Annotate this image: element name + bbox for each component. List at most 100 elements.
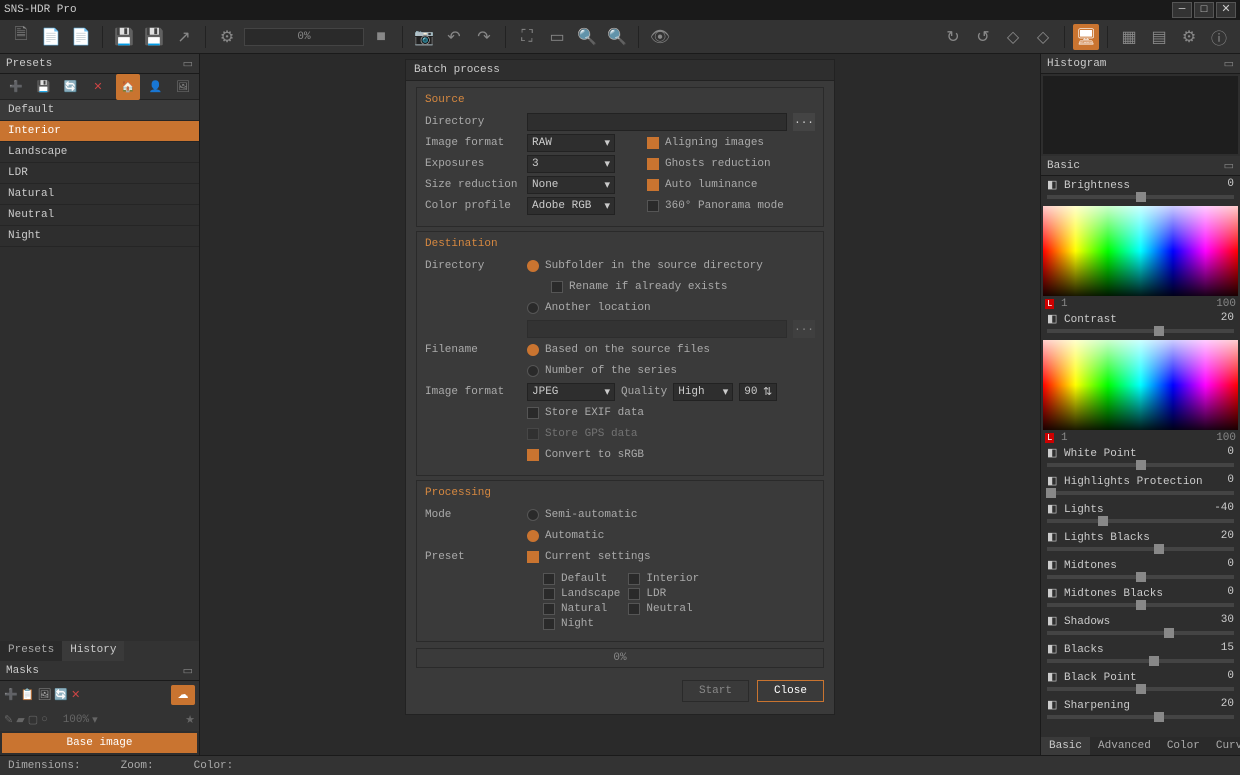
export-icon[interactable]: ↗	[171, 24, 197, 50]
flip-v-icon[interactable]: ◇	[1030, 24, 1056, 50]
basic-tab[interactable]: Curves	[1208, 737, 1240, 755]
stop-icon[interactable]: ■	[368, 24, 394, 50]
subfolder-radio[interactable]	[527, 260, 539, 272]
camera-icon[interactable]: 📷	[411, 24, 437, 50]
slider-highlights-protection[interactable]: ◧ Highlights Protection0	[1041, 472, 1240, 500]
quality-value-spinner[interactable]: 90⇅	[739, 383, 777, 401]
star-icon[interactable]: ★	[185, 713, 195, 727]
basic-tab[interactable]: Color	[1159, 737, 1208, 755]
start-button[interactable]: Start	[682, 680, 749, 702]
src-browse-button[interactable]: ...	[793, 113, 815, 131]
slider-black-point[interactable]: ◧ Black Point0	[1041, 668, 1240, 696]
exif-checkbox[interactable]	[527, 407, 539, 419]
preset-item[interactable]: Landscape	[0, 142, 199, 163]
undock-icon[interactable]: ▭	[183, 57, 193, 71]
profile-select[interactable]: Adobe RGB▾	[527, 197, 615, 215]
preset-checkbox[interactable]	[543, 618, 555, 630]
mask-delete-icon[interactable]: ✕	[71, 688, 80, 702]
add-preset-icon[interactable]: ➕	[4, 74, 28, 100]
layout1-icon[interactable]: ▦	[1116, 24, 1142, 50]
slider-blacks[interactable]: ◧ Blacks15	[1041, 640, 1240, 668]
preset-checkbox[interactable]	[543, 588, 555, 600]
info-icon[interactable]: ⓘ	[1206, 24, 1232, 50]
dest-browse-button[interactable]: ...	[793, 320, 815, 338]
preset-checkbox[interactable]	[628, 588, 640, 600]
save-icon[interactable]: 💾	[111, 24, 137, 50]
fill-icon[interactable]: ▰	[16, 713, 24, 727]
mask-refresh-icon[interactable]: 🔄	[54, 688, 68, 702]
rotate-cw-icon[interactable]: ↻	[940, 24, 966, 50]
zoom-in-icon[interactable]: 🔍	[574, 24, 600, 50]
rect-icon[interactable]: ▢	[28, 713, 38, 727]
fit-icon[interactable]: ▭	[544, 24, 570, 50]
sns-icon[interactable]: 📄	[68, 24, 94, 50]
src-directory-input[interactable]	[527, 113, 787, 131]
color-spectrum-1[interactable]	[1043, 206, 1238, 296]
preset-tab[interactable]: History	[62, 641, 124, 661]
slider-midtones[interactable]: ◧ Midtones0	[1041, 556, 1240, 584]
preset-item[interactable]: Neutral	[0, 205, 199, 226]
auto-radio[interactable]	[527, 530, 539, 542]
mask-add-icon[interactable]: ➕	[4, 688, 18, 702]
redo-icon[interactable]: ↷	[471, 24, 497, 50]
ghosts-checkbox[interactable]	[647, 158, 659, 170]
another-radio[interactable]	[527, 302, 539, 314]
image-icon[interactable]: 🖼	[171, 74, 195, 100]
preview-icon[interactable]: 👁	[647, 24, 673, 50]
size-select[interactable]: None▾	[527, 176, 615, 194]
slider-midtones-blacks[interactable]: ◧ Midtones Blacks0	[1041, 584, 1240, 612]
preset-item[interactable]: Default	[0, 100, 199, 121]
zoom-out-icon[interactable]: 🔍	[604, 24, 630, 50]
dest-location-input[interactable]	[527, 320, 787, 338]
semi-radio[interactable]	[527, 509, 539, 521]
color-spectrum-2[interactable]	[1043, 340, 1238, 430]
mask-img-icon[interactable]: 🖼	[37, 688, 51, 702]
circle-icon[interactable]: ○	[41, 714, 48, 726]
open-icon[interactable]: 📄	[38, 24, 64, 50]
prefs-icon[interactable]: ⚙	[1176, 24, 1202, 50]
slider-contrast[interactable]: ◧ Contrast20	[1041, 310, 1240, 338]
preset-checkbox[interactable]	[543, 603, 555, 615]
chevron-down-icon[interactable]: ▾	[92, 713, 98, 727]
preset-item[interactable]: Interior	[0, 121, 199, 142]
cloud-icon[interactable]: ☁	[171, 685, 195, 705]
undo-icon[interactable]: ↶	[441, 24, 467, 50]
flip-h-icon[interactable]: ◇	[1000, 24, 1026, 50]
user-icon[interactable]: 👤	[143, 74, 167, 100]
preset-tab[interactable]: Presets	[0, 641, 62, 661]
preset-checkbox[interactable]	[628, 573, 640, 585]
slider-white-point[interactable]: ◧ White Point0	[1041, 444, 1240, 472]
minimize-button[interactable]: ─	[1172, 2, 1192, 18]
slider-shadows[interactable]: ◧ Shadows30	[1041, 612, 1240, 640]
srgb-checkbox[interactable]	[527, 449, 539, 461]
rotate-ccw-icon[interactable]: ↺	[970, 24, 996, 50]
close-button[interactable]: ✕	[1216, 2, 1236, 18]
mask-copy-icon[interactable]: 📋	[21, 688, 35, 702]
layout2-icon[interactable]: ▤	[1146, 24, 1172, 50]
dest-format-select[interactable]: JPEG▾	[527, 383, 615, 401]
preset-checkbox[interactable]	[628, 603, 640, 615]
preset-checkbox[interactable]	[543, 573, 555, 585]
slider-lights-blacks[interactable]: ◧ Lights Blacks20	[1041, 528, 1240, 556]
preset-item[interactable]: Night	[0, 226, 199, 247]
slider-lights[interactable]: ◧ Lights-40	[1041, 500, 1240, 528]
slider-sharpening[interactable]: ◧ Sharpening20	[1041, 696, 1240, 724]
basic-tab[interactable]: Advanced	[1090, 737, 1159, 755]
panorama-checkbox[interactable]	[647, 200, 659, 212]
maximize-button[interactable]: □	[1194, 2, 1214, 18]
undock-hist-icon[interactable]: ▭	[1224, 57, 1234, 71]
src-format-select[interactable]: RAW▾	[527, 134, 615, 152]
monitor-icon[interactable]: 🖥	[1073, 24, 1099, 50]
current-checkbox[interactable]	[527, 551, 539, 563]
basic-tab[interactable]: Basic	[1041, 737, 1090, 755]
brush-icon[interactable]: ✎	[4, 713, 13, 727]
settings-icon[interactable]: ⚙	[214, 24, 240, 50]
slider-brightness[interactable]: ◧ Brightness0	[1041, 176, 1240, 204]
preset-item[interactable]: LDR	[0, 163, 199, 184]
luminance-checkbox[interactable]	[647, 179, 659, 191]
exposures-select[interactable]: 3▾	[527, 155, 615, 173]
home-icon[interactable]: 🏠	[116, 74, 140, 100]
delete-preset-icon[interactable]: ✕	[86, 74, 110, 100]
aligning-checkbox[interactable]	[647, 137, 659, 149]
undock-masks-icon[interactable]: ▭	[183, 664, 193, 678]
